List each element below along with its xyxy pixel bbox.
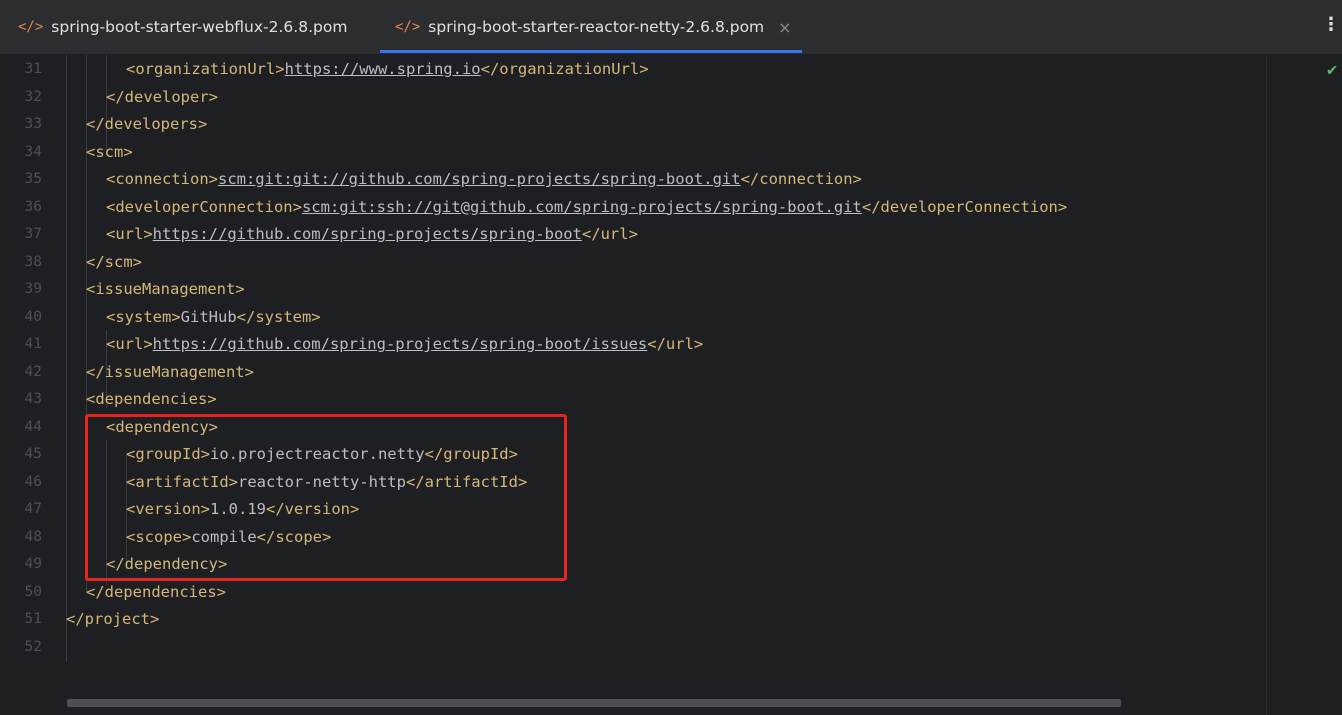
text-value: GitHub (180, 307, 237, 326)
tab-reactor-netty-pom[interactable]: </> spring-boot-starter-reactor-netty-2.… (380, 0, 802, 54)
line-number: 45 (24, 446, 42, 462)
xml-tag: </organizationUrl> (480, 60, 649, 78)
code-line[interactable]: <organizationUrl>https://www.spring.io</… (126, 58, 649, 80)
xml-tag: <scm> (86, 142, 133, 161)
url-link[interactable]: https://www.spring.io (285, 60, 481, 78)
code-line[interactable]: <connection>scm:git:git://github.com/spr… (106, 168, 862, 190)
line-number: 36 (24, 198, 42, 215)
line-number: 49 (24, 556, 42, 572)
xml-tag: </issueManagement> (86, 362, 254, 381)
more-options-icon[interactable]: ⋮ (1322, 14, 1340, 35)
line-number: 43 (24, 391, 42, 407)
highlight-box (85, 414, 567, 581)
xml-tag: <url> (106, 335, 153, 353)
tab-label: spring-boot-starter-webflux-2.6.8.pom (51, 18, 348, 36)
tab-label: spring-boot-starter-reactor-netty-2.6.8.… (428, 18, 765, 36)
xml-tag: <url> (106, 225, 153, 243)
xml-file-icon: </> (395, 19, 421, 35)
line-number: 37 (24, 226, 42, 242)
xml-tag: <organizationUrl> (126, 60, 285, 78)
indent-guide (66, 55, 67, 662)
xml-tag: </project> (66, 610, 160, 628)
xml-file-icon: </> (18, 19, 44, 35)
xml-tag: </url> (647, 335, 704, 353)
xml-tag: </scm> (86, 252, 142, 271)
line-number: 42 (24, 363, 42, 380)
line-number: 52 (24, 638, 42, 655)
code-line[interactable]: <developerConnection>scm:git:ssh://git@g… (106, 196, 1067, 218)
close-tab-icon[interactable]: × (778, 18, 791, 37)
line-number: 46 (24, 473, 42, 490)
url-link[interactable]: https://github.com/spring-projects/sprin… (153, 335, 648, 353)
line-number: 41 (24, 336, 42, 352)
editor-tab-bar: </> spring-boot-starter-webflux-2.6.8.po… (0, 0, 1342, 55)
url-link[interactable]: scm:git:git://github.com/spring-projects… (218, 170, 741, 188)
inspection-ok-icon: ✔ (1327, 60, 1338, 80)
xml-tag: <connection> (106, 170, 218, 188)
line-number: 47 (24, 501, 42, 517)
line-number: 32 (24, 88, 42, 105)
line-number: 40 (24, 308, 42, 325)
url-link[interactable]: https://github.com/spring-projects/sprin… (153, 225, 582, 243)
xml-tag: </developerConnection> (861, 197, 1068, 216)
code-line[interactable]: </issueManagement> (86, 361, 254, 383)
code-line[interactable]: <issueManagement> (86, 278, 245, 300)
xml-tag: <developerConnection> (106, 197, 302, 216)
line-number: 39 (24, 281, 42, 297)
code-line[interactable]: <url>https://github.com/spring-projects/… (106, 223, 638, 245)
xml-tag: </dependencies> (86, 582, 226, 601)
line-number: 31 (24, 61, 42, 77)
line-number: 34 (24, 143, 42, 160)
xml-tag: </developers> (86, 115, 208, 133)
line-number: 48 (24, 528, 42, 545)
xml-tag: </system> (236, 307, 321, 326)
code-line[interactable]: <dependencies> (86, 388, 217, 410)
line-number: 33 (24, 116, 42, 132)
code-line[interactable]: </dependencies> (86, 581, 226, 603)
code-line[interactable]: <system>GitHub</system> (106, 306, 321, 328)
xml-tag: </url> (581, 225, 638, 243)
tab-webflux-pom[interactable]: </> spring-boot-starter-webflux-2.6.8.po… (18, 0, 347, 54)
code-editor[interactable]: 31 32 33 34 35 36 37 38 39 40 41 42 43 44 45 46 47 48 49 50… (0, 55, 1342, 715)
line-number: 44 (24, 418, 42, 435)
code-line[interactable]: <scm> (86, 141, 133, 163)
xml-tag: <system> (106, 307, 181, 326)
line-number: 38 (24, 253, 42, 270)
line-number: 35 (24, 171, 42, 187)
line-number: 50 (24, 583, 42, 600)
line-number-gutter: 31 32 33 34 35 36 37 38 39 40 41 42 43 44 45 46 47 48 49 50… (0, 55, 62, 715)
horizontal-scrollbar-thumb[interactable] (67, 699, 1121, 707)
code-line[interactable]: </developer> (106, 86, 218, 108)
line-number: 51 (24, 611, 42, 627)
xml-tag: </connection> (740, 170, 862, 188)
code-line[interactable]: </project> (66, 608, 159, 630)
active-tab-indicator (380, 50, 802, 53)
url-link[interactable]: scm:git:ssh://git@github.com/spring-proj… (302, 198, 862, 216)
code-line[interactable]: </scm> (86, 251, 142, 273)
code-line[interactable]: </developers> (86, 113, 207, 135)
right-margin-line (1266, 55, 1267, 715)
xml-tag: <dependencies> (86, 390, 217, 408)
code-line[interactable]: <url>https://github.com/spring-projects/… (106, 333, 703, 355)
xml-tag: <issueManagement> (86, 280, 245, 298)
xml-tag: </developer> (106, 87, 218, 106)
